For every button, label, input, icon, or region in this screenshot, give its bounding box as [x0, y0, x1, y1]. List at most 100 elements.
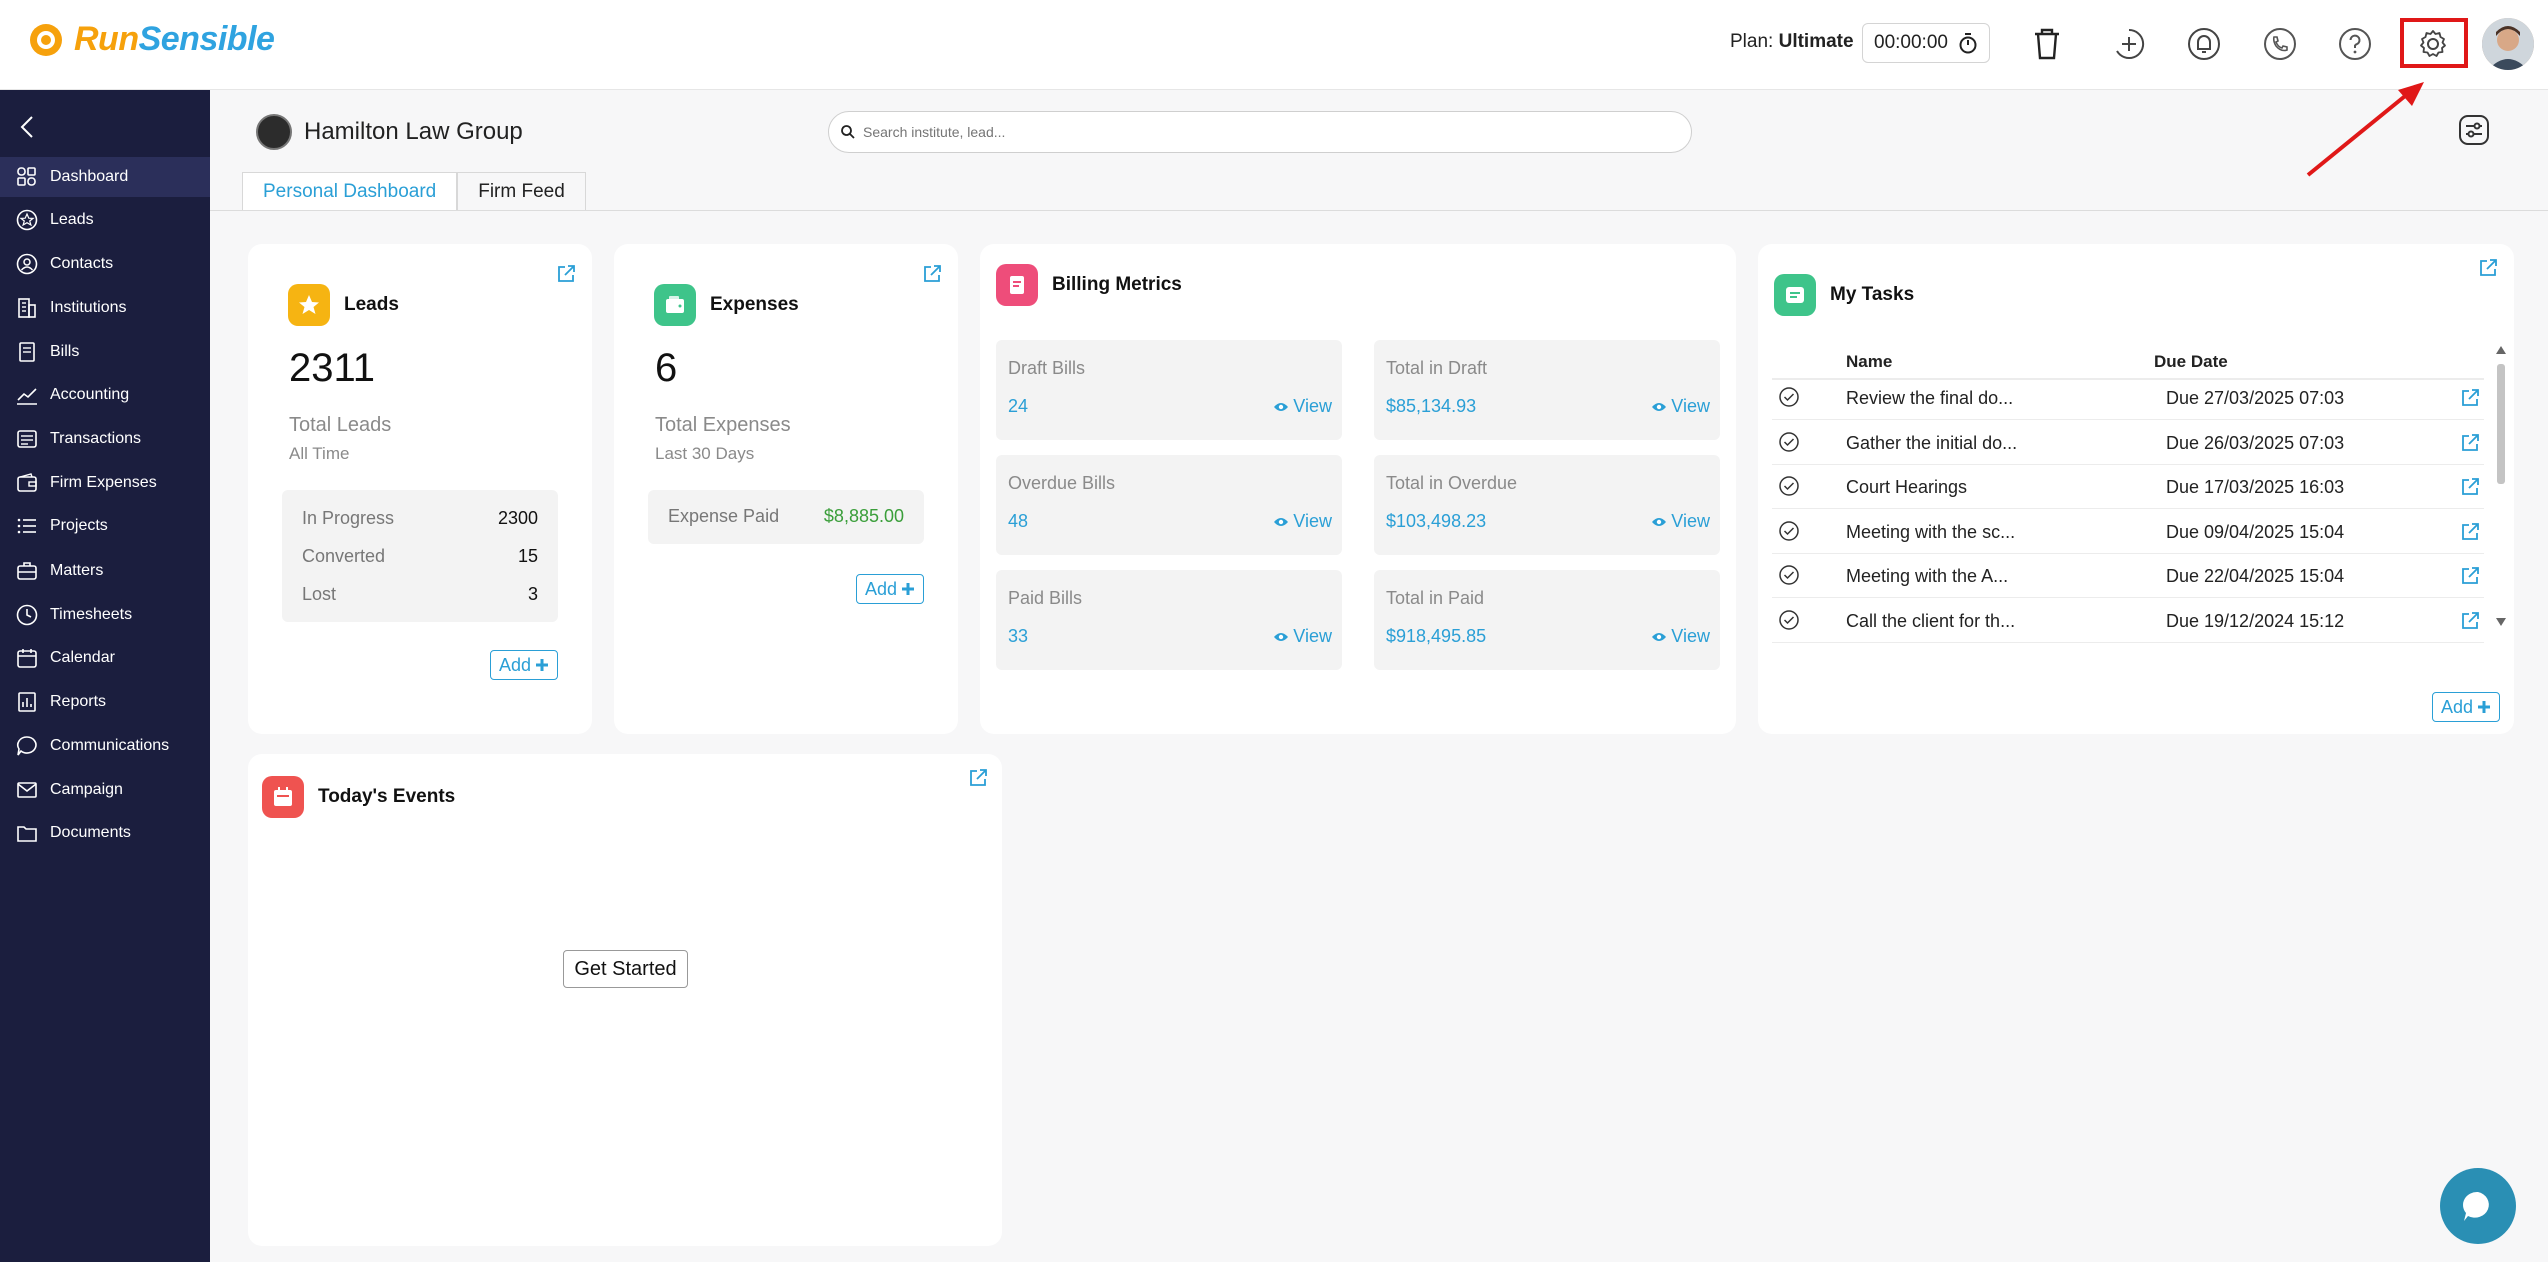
- chevron-left-icon: [20, 116, 33, 138]
- sidebar-item-firm-expenses[interactable]: Firm Expenses: [0, 463, 210, 503]
- complete-task-button[interactable]: [1778, 386, 1800, 408]
- stat-row[interactable]: In Progress 2300: [302, 508, 538, 529]
- external-link-icon[interactable]: [556, 264, 576, 284]
- sidebar-item-campaign[interactable]: Campaign: [0, 770, 210, 810]
- dashboard-settings-button[interactable]: [2458, 114, 2490, 146]
- open-task-button[interactable]: [2460, 477, 2480, 497]
- add-task-button[interactable]: Add: [2432, 692, 2501, 722]
- eye-icon: [1652, 517, 1667, 526]
- help-icon: [2339, 28, 2371, 60]
- avatar[interactable]: [2482, 18, 2534, 70]
- add-lead-button[interactable]: Add: [490, 650, 559, 680]
- sidebar-item-reports[interactable]: Reports: [0, 682, 210, 722]
- table-row[interactable]: Gather the initial do... Due 26/03/2025 0…: [1772, 421, 2484, 465]
- add-time-button[interactable]: [2107, 22, 2151, 66]
- brand-logo[interactable]: RunSensible: [28, 20, 275, 59]
- complete-task-button[interactable]: [1778, 564, 1800, 586]
- sidebar-item-bills[interactable]: Bills: [0, 332, 210, 372]
- collapse-sidebar-button[interactable]: [18, 114, 38, 140]
- stat-row[interactable]: Expense Paid $8,885.00: [668, 506, 904, 527]
- task-due-date: Due 26/03/2025 07:03: [2166, 432, 2345, 453]
- sidebar-item-leads[interactable]: Leads: [0, 200, 210, 240]
- stat-row[interactable]: Lost 3: [302, 584, 538, 605]
- tab-personal-dashboard[interactable]: Personal Dashboard: [242, 172, 458, 210]
- tab-firm-feed[interactable]: Firm Feed: [457, 172, 586, 210]
- sidebar-item-calendar[interactable]: Calendar: [0, 638, 210, 678]
- open-task-button[interactable]: [2460, 388, 2480, 408]
- tasks-scrollbar[interactable]: [2494, 344, 2508, 634]
- external-link-icon[interactable]: [968, 768, 988, 788]
- open-task-button[interactable]: [2460, 566, 2480, 586]
- complete-task-button[interactable]: [1778, 431, 1800, 453]
- sidebar-item-timesheets[interactable]: Timesheets: [0, 595, 210, 635]
- leads-title: Leads: [288, 284, 399, 326]
- sidebar-item-accounting[interactable]: Accounting: [0, 375, 210, 415]
- external-link-icon: [2462, 611, 2479, 629]
- plus-icon: [2478, 701, 2491, 713]
- col-name: Name: [1846, 352, 1893, 371]
- stat-row[interactable]: Converted 15: [302, 546, 538, 567]
- sidebar-item-dashboard[interactable]: Dashboard: [0, 157, 210, 197]
- open-task-button[interactable]: [2460, 522, 2480, 542]
- view-link[interactable]: View: [1273, 396, 1332, 417]
- sidebar-item-projects[interactable]: Projects: [0, 506, 210, 546]
- expenses-badge: [654, 284, 696, 326]
- leads-total: 2311: [289, 346, 376, 390]
- sidebar-item-label: Contacts: [50, 255, 114, 272]
- sidebar-item-documents[interactable]: Documents: [0, 813, 210, 853]
- table-row[interactable]: Meeting with the sc... Due 09/04/2025 15:…: [1772, 510, 2484, 554]
- sidebar-item-institutions[interactable]: Institutions: [0, 288, 210, 328]
- table-row[interactable]: Review the final do... Due 27/03/2025 07:…: [1772, 376, 2484, 420]
- top-bar: RunSensible Plan: Ultimate 00:00:00: [0, 0, 2548, 90]
- sidebar-item-label: Dashboard: [50, 168, 129, 185]
- invoice-icon: [1010, 276, 1024, 294]
- view-link[interactable]: View: [1651, 511, 1710, 532]
- complete-task-button[interactable]: [1778, 475, 1800, 497]
- expenses-title: Expenses: [654, 284, 799, 326]
- metric-value: $85,134.93: [1386, 396, 1477, 416]
- open-task-button[interactable]: [2460, 611, 2480, 631]
- leads-badge: [288, 284, 330, 326]
- leads-card: Leads 2311 Total Leads All Time In Progr…: [248, 244, 592, 734]
- search-input[interactable]: [863, 124, 1663, 140]
- task-due-date: Due 17/03/2025 16:03: [2166, 477, 2345, 497]
- table-row[interactable]: Meeting with the A... Due 22/04/2025 15:0…: [1772, 554, 2484, 598]
- view-link[interactable]: View: [1273, 511, 1332, 532]
- add-expense-button[interactable]: Add: [856, 574, 925, 604]
- timer-widget[interactable]: 00:00:00: [1862, 23, 1990, 63]
- leads-period: All Time: [289, 444, 350, 463]
- briefcase-icon: [17, 562, 37, 580]
- chat-widget-button[interactable]: [2440, 1168, 2516, 1244]
- trash-button[interactable]: [2025, 22, 2069, 66]
- sidebar-item-label: Reports: [50, 693, 107, 710]
- open-task-button[interactable]: [2460, 433, 2480, 453]
- external-link-icon[interactable]: [2478, 258, 2498, 278]
- sidebar-item-matters[interactable]: Matters: [0, 551, 210, 591]
- firm-header[interactable]: Hamilton Law Group: [256, 114, 523, 150]
- star-icon: [16, 209, 38, 231]
- table-row[interactable]: Call the client for th... Due 19/12/2024 …: [1772, 599, 2484, 643]
- view-link[interactable]: View: [1651, 396, 1710, 417]
- sidebar-item-label: Communications: [50, 737, 170, 754]
- calendar-icon: [274, 787, 292, 806]
- chat-icon: [17, 736, 37, 756]
- external-link-icon[interactable]: [922, 264, 942, 284]
- help-button[interactable]: [2333, 22, 2377, 66]
- view-link[interactable]: View: [1651, 626, 1710, 647]
- get-started-button[interactable]: Get Started: [563, 950, 688, 988]
- phone-button[interactable]: [2258, 22, 2302, 66]
- complete-task-button[interactable]: [1778, 520, 1800, 542]
- table-row[interactable]: Court Hearings Due 17/03/2025 16:03: [1772, 465, 2484, 509]
- sidebar-item-communications[interactable]: Communications: [0, 726, 210, 766]
- notifications-button[interactable]: [2182, 22, 2226, 66]
- events-badge: [262, 776, 304, 818]
- view-link[interactable]: View: [1273, 626, 1332, 647]
- billing-metric-draft-bills: Draft Bills 24 View: [996, 340, 1342, 440]
- events-title-text: Today's Events: [318, 786, 456, 807]
- sidebar-item-label: Accounting: [50, 386, 130, 403]
- sidebar-item-contacts[interactable]: Contacts: [0, 244, 210, 284]
- search-bar[interactable]: [828, 111, 1692, 153]
- sidebar-item-transactions[interactable]: Transactions: [0, 419, 210, 459]
- eye-icon: [1274, 517, 1289, 526]
- complete-task-button[interactable]: [1778, 609, 1800, 631]
